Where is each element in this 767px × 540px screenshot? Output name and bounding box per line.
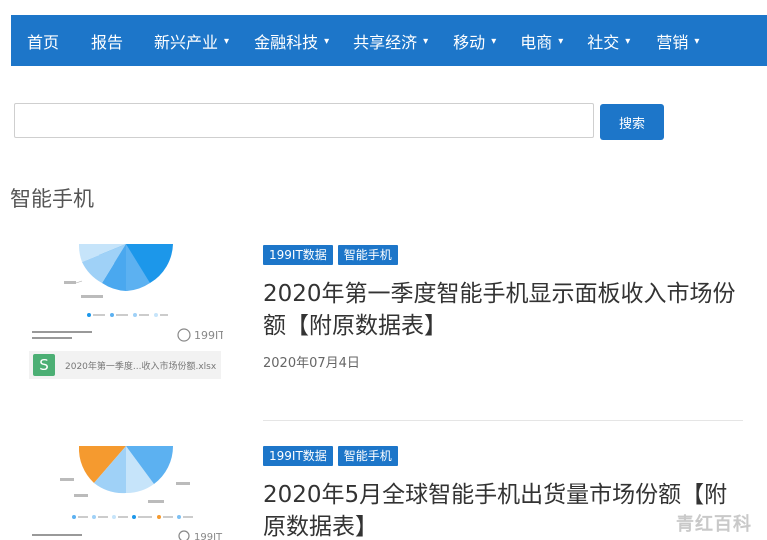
legend-dot xyxy=(112,515,116,519)
legend-dot xyxy=(132,515,136,519)
legend-text-placeholder xyxy=(116,314,128,316)
nav-item-marketing[interactable]: 营销 ▾ xyxy=(656,15,699,66)
pie-label-placeholder xyxy=(148,500,164,503)
legend-dot xyxy=(154,313,158,317)
article-tags: 199IT数据 智能手机 xyxy=(263,245,398,265)
nav-item-home[interactable]: 首页 xyxy=(27,15,59,66)
legend-dot xyxy=(110,313,114,317)
nav-item-label: 报告 xyxy=(91,32,124,52)
attachment-chip: S 2020年第一季度...收入市场份额.xlsx xyxy=(29,351,221,379)
attachment-filename: 2020年第一季度...收入市场份额.xlsx xyxy=(65,361,217,372)
tag-smartphone[interactable]: 智能手机 xyxy=(337,446,398,466)
logo-text: 199IT xyxy=(194,329,223,342)
legend-text-placeholder xyxy=(118,516,128,518)
top-navbar: 首页 报告 新兴产业 ▾ 金融科技 ▾ 共享经济 ▾ 移动 ▾ 电商 ▾ 社交 … xyxy=(11,15,767,66)
chevron-down-icon: ▾ xyxy=(491,36,497,47)
nav-item-fintech[interactable]: 金融科技 ▾ xyxy=(254,15,329,66)
nav-item-mobile[interactable]: 移动 ▾ xyxy=(453,15,496,66)
tag-199it-data[interactable]: 199IT数据 xyxy=(263,245,333,265)
pie-label-placeholder xyxy=(74,494,88,497)
legend-dot xyxy=(92,515,96,519)
article-title[interactable]: 2020年第一季度智能手机显示面板收入市场份额【附原数据表】 xyxy=(263,278,743,342)
nav-item-label: 共享经济 xyxy=(353,32,418,52)
source-text-placeholder xyxy=(32,534,82,536)
pie-chart-thumbnail: 199IT xyxy=(32,446,223,540)
nav-item-label: 社交 xyxy=(587,32,620,52)
legend-text-placeholder xyxy=(98,516,108,518)
legend-text-placeholder xyxy=(78,516,88,518)
legend-text-placeholder xyxy=(163,516,173,518)
pie-leader-line xyxy=(75,280,83,284)
nav-item-label: 首页 xyxy=(27,32,60,52)
pie-label-placeholder xyxy=(176,482,190,485)
nav-item-label: 移动 xyxy=(453,32,486,52)
nav-item-label: 金融科技 xyxy=(254,32,319,52)
nav-item-emerging-industries[interactable]: 新兴产业 ▾ xyxy=(154,15,229,66)
logo-icon xyxy=(177,328,191,342)
legend-text-placeholder xyxy=(139,314,149,316)
chevron-down-icon: ▾ xyxy=(423,36,429,47)
nav-item-label: 新兴产业 xyxy=(154,32,219,52)
chevron-down-icon: ▾ xyxy=(625,36,631,47)
pie-label-placeholder xyxy=(60,478,74,481)
search-input[interactable] xyxy=(14,103,594,138)
chevron-down-icon: ▾ xyxy=(224,36,230,47)
article-tags: 199IT数据 智能手机 xyxy=(263,446,398,466)
legend-dot xyxy=(87,313,91,317)
logo-text: 199IT xyxy=(194,532,223,540)
source-text-placeholder xyxy=(32,331,92,333)
article-thumbnail[interactable]: 199IT xyxy=(26,440,223,540)
nav-item-sharing-economy[interactable]: 共享经济 ▾ xyxy=(353,15,428,66)
search-button[interactable]: 搜索 xyxy=(600,104,664,140)
source-text-placeholder xyxy=(32,337,72,339)
legend-dot xyxy=(72,515,76,519)
legend-text-placeholder xyxy=(160,314,168,316)
tag-smartphone[interactable]: 智能手机 xyxy=(337,245,398,265)
legend-dot xyxy=(157,515,161,519)
spreadsheet-icon: S xyxy=(33,354,55,376)
chevron-down-icon: ▾ xyxy=(694,36,700,47)
nav-item-label: 营销 xyxy=(656,32,689,52)
article-thumbnail[interactable]: 199IT S 2020年第一季度...收入市场份额.xlsx xyxy=(26,237,225,383)
watermark: 青红百科 xyxy=(676,514,752,535)
pie-label-placeholder xyxy=(81,295,103,298)
pie-label-placeholder xyxy=(64,281,76,284)
legend-text-placeholder xyxy=(93,314,105,316)
nav-item-ecommerce[interactable]: 电商 ▾ xyxy=(520,15,563,66)
legend-dot xyxy=(177,515,181,519)
logo-icon xyxy=(178,530,190,540)
article-title[interactable]: 2020年5月全球智能手机出货量市场份额【附原数据表】 xyxy=(263,479,743,540)
article-date: 2020年07月4日 xyxy=(263,356,360,371)
legend-text-placeholder xyxy=(138,516,152,518)
nav-item-social[interactable]: 社交 ▾ xyxy=(587,15,630,66)
nav-item-reports[interactable]: 报告 xyxy=(91,15,123,66)
section-title: 智能手机 xyxy=(10,187,94,211)
legend-dot xyxy=(133,313,137,317)
legend-text-placeholder xyxy=(183,516,193,518)
article-divider xyxy=(263,420,743,421)
chevron-down-icon: ▾ xyxy=(558,36,564,47)
pie-chart-thumbnail: 199IT xyxy=(32,244,225,342)
nav-item-label: 电商 xyxy=(520,32,553,52)
chevron-down-icon: ▾ xyxy=(324,36,330,47)
tag-199it-data[interactable]: 199IT数据 xyxy=(263,446,333,466)
